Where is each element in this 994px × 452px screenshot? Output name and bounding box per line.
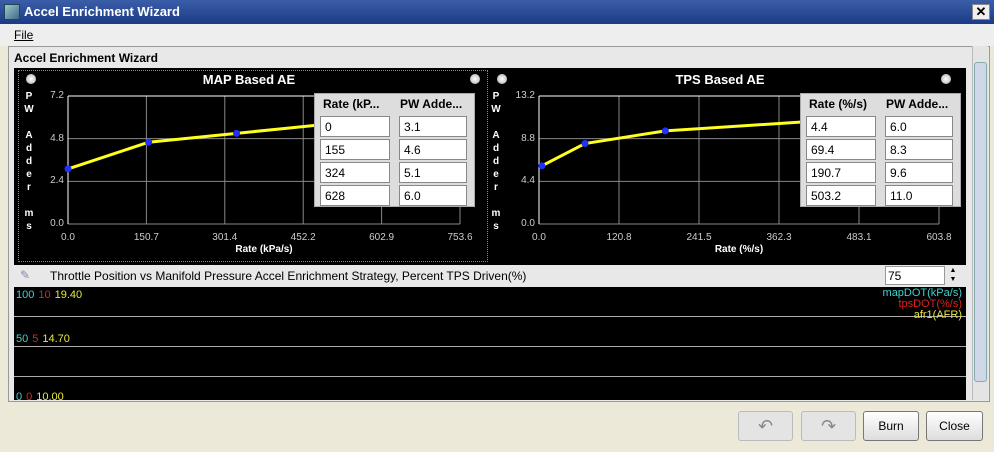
gridline bbox=[14, 346, 966, 347]
table-cell-input[interactable]: 5.1 bbox=[399, 162, 467, 183]
table-cell-input[interactable]: 6.0 bbox=[885, 116, 953, 137]
data-point[interactable] bbox=[145, 138, 153, 146]
table-cell-input[interactable]: 324 bbox=[320, 162, 390, 183]
undo-button[interactable]: ↶ bbox=[738, 411, 793, 441]
title-bar: Accel Enrichment Wizard ✕ bbox=[0, 0, 994, 24]
menu-file[interactable]: File bbox=[14, 28, 33, 42]
data-table: Rate (%/s) PW Adde... 4.4 6.0 69.4 8.3 190.7 9.… bbox=[800, 93, 961, 207]
strategy-label: Throttle Position vs Manifold Pressure A… bbox=[50, 269, 527, 283]
menu-bar: File bbox=[0, 24, 994, 46]
x-tick-label: 0.0 bbox=[532, 232, 546, 243]
column-header: Rate (kP... bbox=[323, 97, 380, 111]
table-cell-input[interactable]: 3.1 bbox=[399, 116, 467, 137]
column-header: Rate (%/s) bbox=[809, 97, 868, 111]
data-point[interactable] bbox=[661, 127, 669, 135]
burn-button[interactable]: Burn bbox=[863, 411, 919, 441]
gridline bbox=[14, 316, 966, 317]
redo-button[interactable]: ↷ bbox=[801, 411, 856, 441]
x-tick-label: 603.8 bbox=[926, 232, 952, 243]
datalog-chart: 100 10 19.40 50 5 14.70 0 0 10.00 mapDOT(kPa/s) t… bbox=[14, 287, 966, 400]
legend-item: afr1(AFR) bbox=[913, 309, 962, 321]
data-table: Rate (kP... PW Adde... 0 3.1 155 4.6 324 5.1 628… bbox=[314, 93, 475, 207]
scale-value: 5 bbox=[32, 333, 39, 345]
table-cell-input[interactable]: 8.3 bbox=[885, 139, 953, 160]
panel-title: Accel Enrichment Wizard bbox=[14, 51, 158, 65]
spinner-buttons[interactable]: ▲ ▼ bbox=[948, 266, 958, 285]
x-tick-label: 753.6 bbox=[447, 232, 473, 243]
x-axis-label: Rate (kPa/s) bbox=[235, 244, 293, 255]
data-point[interactable] bbox=[233, 129, 241, 137]
scrollbar-thumb[interactable] bbox=[974, 62, 987, 382]
app-icon bbox=[4, 4, 20, 20]
x-tick-label: 301.4 bbox=[212, 232, 238, 243]
table-cell-input[interactable]: 155 bbox=[320, 139, 390, 160]
edit-icon: ✎ bbox=[20, 268, 31, 282]
x-axis-label: Rate (%/s) bbox=[714, 244, 764, 255]
x-tick-label: 602.9 bbox=[369, 232, 395, 243]
gridline bbox=[14, 376, 966, 377]
axis-scale-label: 0 0 10.00 bbox=[16, 391, 68, 400]
percent-tps-input[interactable]: 75 bbox=[885, 266, 945, 285]
y-tick-label: 0.0 bbox=[50, 218, 64, 229]
scale-value: 0 bbox=[16, 391, 23, 400]
table-cell-input[interactable]: 6.0 bbox=[399, 185, 467, 206]
table-cell-input[interactable]: 4.4 bbox=[806, 116, 876, 137]
y-tick-label: 13.2 bbox=[515, 90, 535, 101]
data-point[interactable] bbox=[581, 140, 589, 148]
scale-value: 10 bbox=[38, 289, 51, 301]
data-point[interactable] bbox=[538, 162, 546, 170]
tps-ae-chart: TPS Based AE P W Ad d e r m s 0.0 120.8 241.5 362.3 4… bbox=[485, 68, 965, 265]
y-tick-label: 4.4 bbox=[521, 175, 535, 187]
table-cell-input[interactable]: 4.6 bbox=[399, 139, 467, 160]
x-tick-label: 120.8 bbox=[606, 232, 632, 243]
scale-value: 10.00 bbox=[36, 391, 64, 400]
scale-value: 100 bbox=[16, 289, 35, 301]
x-tick-label: 241.5 bbox=[686, 232, 712, 243]
table-cell-input[interactable]: 11.0 bbox=[885, 185, 953, 206]
y-tick-label: 0.0 bbox=[521, 218, 535, 229]
table-cell-input[interactable]: 190.7 bbox=[806, 162, 876, 183]
table-cell-input[interactable]: 9.6 bbox=[885, 162, 953, 183]
y-tick-label: 2.4 bbox=[50, 175, 64, 187]
table-cell-input[interactable]: 0 bbox=[320, 116, 390, 137]
scale-value: 14.70 bbox=[42, 333, 70, 345]
axis-scale-label: 50 5 14.70 bbox=[16, 333, 74, 345]
axis-scale-label: 100 10 19.40 bbox=[16, 289, 86, 301]
x-tick-label: 362.3 bbox=[766, 232, 792, 243]
close-button[interactable]: Close bbox=[926, 411, 983, 441]
x-tick-label: 0.0 bbox=[61, 232, 75, 243]
scale-value: 19.40 bbox=[54, 289, 83, 301]
table-cell-input[interactable]: 69.4 bbox=[806, 139, 876, 160]
column-header: PW Adde... bbox=[400, 97, 463, 111]
redo-icon: ↷ bbox=[820, 416, 837, 436]
strategy-row: ✎ Throttle Position vs Manifold Pressure… bbox=[14, 265, 966, 287]
scale-value: 50 bbox=[16, 333, 29, 345]
scale-value: 0 bbox=[26, 391, 33, 400]
x-tick-label: 452.2 bbox=[290, 232, 316, 243]
data-point[interactable] bbox=[64, 165, 72, 173]
y-tick-label: 4.8 bbox=[50, 132, 64, 144]
y-tick-label: 7.2 bbox=[50, 90, 64, 101]
window-close-button[interactable]: ✕ bbox=[972, 4, 990, 20]
x-tick-label: 150.7 bbox=[133, 232, 159, 243]
map-ae-chart: MAP Based AE P W Ad d e r m s 0.0 150.7 301.4 452.2 6… bbox=[14, 68, 494, 265]
window-title: Accel Enrichment Wizard bbox=[24, 4, 180, 19]
undo-icon: ↶ bbox=[757, 416, 774, 436]
x-tick-label: 483.1 bbox=[846, 232, 872, 243]
column-header: PW Adde... bbox=[886, 97, 949, 111]
table-cell-input[interactable]: 503.2 bbox=[806, 185, 876, 206]
table-cell-input[interactable]: 628 bbox=[320, 185, 390, 206]
y-tick-label: 8.8 bbox=[521, 132, 535, 144]
charts-area: MAP Based AE P W Ad d e r m s 0.0 150.7 301.4 452.2 6… bbox=[14, 68, 966, 265]
